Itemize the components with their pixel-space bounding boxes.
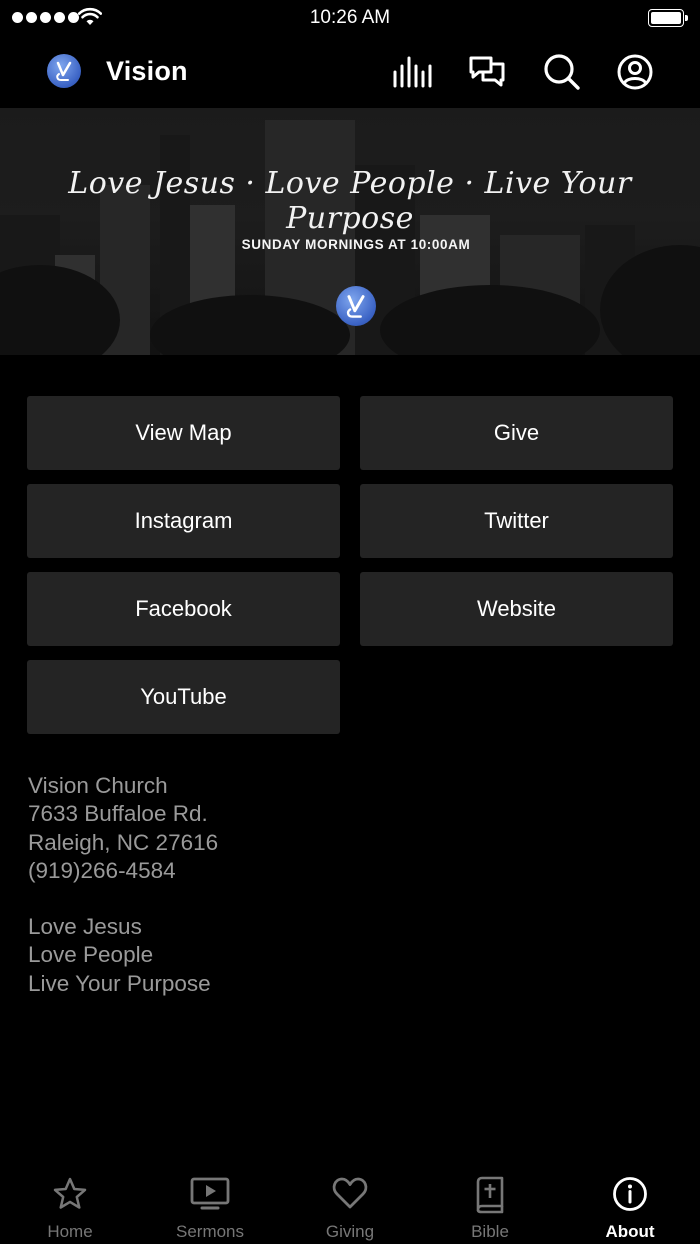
tab-sermons-label: Sermons [175,1222,245,1241]
church-street: 7633 Buffaloe Rd. [28,801,208,827]
battery-icon [648,9,688,27]
church-logo-icon [47,54,81,88]
tab-about-label: About [605,1222,655,1241]
info-icon [613,1177,647,1211]
chat-icon[interactable] [467,52,507,92]
banner-service-time: SUNDAY MORNINGS AT 10:00AM [241,237,471,252]
tab-home[interactable]: Home [0,1160,140,1244]
star-icon [53,1177,87,1209]
tab-bible-label: Bible [471,1222,509,1241]
youtube-button[interactable]: YouTube [27,660,340,734]
tv-play-icon [190,1177,230,1210]
tab-about[interactable]: About [560,1160,700,1244]
profile-icon[interactable] [615,52,655,92]
bible-icon [476,1176,504,1214]
tab-giving[interactable]: Giving [280,1160,420,1244]
tab-bible[interactable]: Bible [420,1160,560,1244]
hero-banner: Love Jesus · Love People · Live Your Pur… [0,108,700,355]
banner-tagline: Love Jesus · Love People · Live Your Pur… [68,166,632,236]
church-city: Raleigh, NC 27616 [28,829,219,855]
motto-line: Love Jesus [28,914,142,940]
view-map-button[interactable]: View Map [27,396,340,470]
status-time: 10:26 AM [309,7,391,28]
church-name: Vision Church [28,773,168,798]
banner-logo-icon [336,286,376,326]
church-info: Vision Church 7633 Buffaloe Rd. Raleigh,… [28,772,218,998]
motto-line: Live Your Purpose [28,970,211,996]
tab-giving-label: Giving [325,1222,375,1241]
twitter-button[interactable]: Twitter [360,484,673,558]
live-audio-icon[interactable] [392,52,432,92]
website-button[interactable]: Website [360,572,673,646]
instagram-button[interactable]: Instagram [27,484,340,558]
church-phone: (919)266-4584 [28,857,176,883]
app-title: Vision [106,56,188,86]
tab-home-label: Home [47,1222,93,1241]
search-icon[interactable] [542,52,582,92]
heart-icon [332,1177,368,1209]
facebook-button[interactable]: Facebook [27,572,340,646]
status-bar: 10:26 AM [0,0,700,36]
tab-sermons[interactable]: Sermons [140,1160,280,1244]
bottom-tab-bar: Home Sermons Giving Bible About [0,1160,700,1244]
give-button[interactable]: Give [360,396,673,470]
app-header: Vision [0,36,700,108]
motto-line: Love People [28,942,154,968]
